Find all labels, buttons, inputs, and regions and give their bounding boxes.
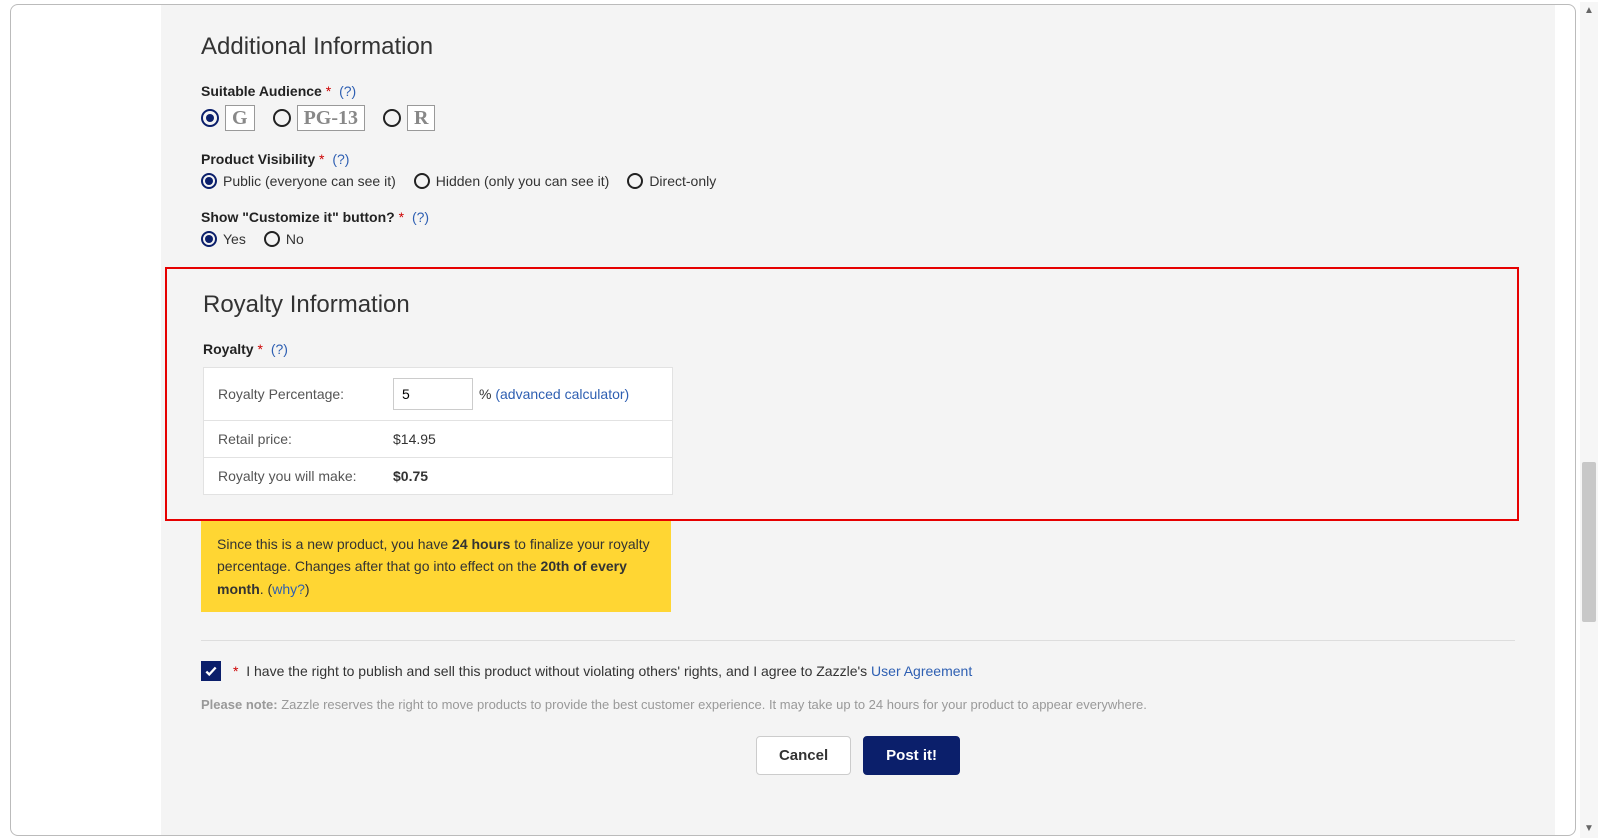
royalty-earn-label: Royalty you will make: <box>218 468 393 484</box>
notice-bold-24h: 24 hours <box>452 536 510 552</box>
customize-options: Yes No <box>201 231 1515 247</box>
required-asterisk: * <box>326 83 331 99</box>
rating-r-icon: R <box>407 105 435 131</box>
required-asterisk: * <box>257 341 262 357</box>
radio-icon <box>414 173 430 189</box>
radio-icon <box>201 109 219 127</box>
royalty-percentage-label: Royalty Percentage: <box>218 386 393 402</box>
please-note-text: Zazzle reserves the right to move produc… <box>278 697 1147 712</box>
radio-icon <box>627 173 643 189</box>
form-panel: Additional Information Suitable Audience… <box>161 5 1555 835</box>
audience-option-g[interactable]: G <box>201 105 255 131</box>
agree-text-body: I have the right to publish and sell thi… <box>246 663 871 679</box>
visibility-label: Product Visibility * (?) <box>201 151 1515 167</box>
customize-field: Show "Customize it" button? * (?) Yes No <box>201 209 1515 247</box>
please-note-label: Please note: <box>201 697 278 712</box>
please-note: Please note: Zazzle reserves the right t… <box>201 697 1515 712</box>
viewport: Additional Information Suitable Audience… <box>0 0 1600 840</box>
audience-field: Suitable Audience * (?) G PG-13 <box>201 83 1515 131</box>
audience-option-r[interactable]: R <box>383 105 435 131</box>
royalty-help-icon[interactable]: (?) <box>271 341 288 357</box>
retail-price-label: Retail price: <box>218 431 393 447</box>
royalty-highlight-box: Royalty Information Royalty * (?) Royalt… <box>165 267 1519 521</box>
action-buttons: Cancel Post it! <box>201 736 1515 775</box>
scroll-thumb[interactable] <box>1582 462 1596 622</box>
cancel-button[interactable]: Cancel <box>756 736 851 775</box>
visibility-help-icon[interactable]: (?) <box>332 151 349 167</box>
scroll-down-arrow-icon[interactable]: ▼ <box>1580 820 1598 838</box>
separator <box>201 640 1515 641</box>
audience-options: G PG-13 R <box>201 105 1515 131</box>
customize-option-no[interactable]: No <box>264 231 304 247</box>
agree-text: * I have the right to publish and sell t… <box>233 663 972 679</box>
agree-checkbox[interactable] <box>201 661 221 681</box>
visibility-options: Public (everyone can see it) Hidden (onl… <box>201 173 1515 189</box>
content-frame: Additional Information Suitable Audience… <box>10 4 1576 836</box>
rating-pg13-icon: PG-13 <box>297 105 365 131</box>
royalty-heading: Royalty Information <box>203 291 1481 319</box>
royalty-earn-value: $0.75 <box>393 468 428 484</box>
royalty-label: Royalty * (?) <box>203 341 1481 357</box>
notice-text: . ( <box>260 581 272 597</box>
radio-icon <box>383 109 401 127</box>
royalty-label-text: Royalty <box>203 341 254 357</box>
required-asterisk: * <box>233 663 238 679</box>
royalty-percentage-input[interactable] <box>393 378 473 410</box>
required-asterisk: * <box>319 151 324 167</box>
option-label: Public (everyone can see it) <box>223 173 396 189</box>
customize-option-yes[interactable]: Yes <box>201 231 246 247</box>
visibility-option-public[interactable]: Public (everyone can see it) <box>201 173 396 189</box>
scrollbar[interactable]: ▲ ▼ <box>1580 2 1598 838</box>
audience-label: Suitable Audience * (?) <box>201 83 1515 99</box>
royalty-percentage-row: Royalty Percentage: % (advanced calculat… <box>204 368 672 421</box>
audience-option-pg13[interactable]: PG-13 <box>273 105 365 131</box>
notice-text: Since this is a new product, you have <box>217 536 452 552</box>
audience-label-text: Suitable Audience <box>201 83 322 99</box>
check-icon <box>204 664 218 678</box>
retail-price-row: Retail price: $14.95 <box>204 421 672 458</box>
customize-label-text: Show "Customize it" button? <box>201 209 395 225</box>
retail-price-value: $14.95 <box>393 431 436 447</box>
post-button[interactable]: Post it! <box>863 736 960 775</box>
royalty-earn-row: Royalty you will make: $0.75 <box>204 458 672 494</box>
radio-icon <box>273 109 291 127</box>
option-label: Yes <box>223 231 246 247</box>
visibility-option-hidden[interactable]: Hidden (only you can see it) <box>414 173 610 189</box>
radio-icon <box>201 231 217 247</box>
advanced-calculator-link[interactable]: (advanced calculator) <box>495 386 629 402</box>
radio-icon <box>264 231 280 247</box>
rating-g-icon: G <box>225 105 255 131</box>
royalty-notice: Since this is a new product, you have 24… <box>201 521 671 612</box>
user-agreement-link[interactable]: User Agreement <box>871 663 972 679</box>
audience-help-icon[interactable]: (?) <box>339 83 356 99</box>
required-asterisk: * <box>399 209 404 225</box>
additional-info-heading: Additional Information <box>201 33 1515 61</box>
visibility-field: Product Visibility * (?) Public (everyon… <box>201 151 1515 189</box>
agree-row: * I have the right to publish and sell t… <box>201 661 1515 681</box>
scroll-up-arrow-icon[interactable]: ▲ <box>1580 2 1598 20</box>
customize-help-icon[interactable]: (?) <box>412 209 429 225</box>
option-label: Direct-only <box>649 173 716 189</box>
visibility-label-text: Product Visibility <box>201 151 315 167</box>
notice-why-link[interactable]: why? <box>272 581 305 597</box>
percent-symbol: % <box>479 386 491 402</box>
customize-label: Show "Customize it" button? * (?) <box>201 209 1515 225</box>
notice-text: ) <box>305 581 310 597</box>
visibility-option-direct[interactable]: Direct-only <box>627 173 716 189</box>
option-label: No <box>286 231 304 247</box>
royalty-table: Royalty Percentage: % (advanced calculat… <box>203 367 673 495</box>
option-label: Hidden (only you can see it) <box>436 173 610 189</box>
radio-icon <box>201 173 217 189</box>
